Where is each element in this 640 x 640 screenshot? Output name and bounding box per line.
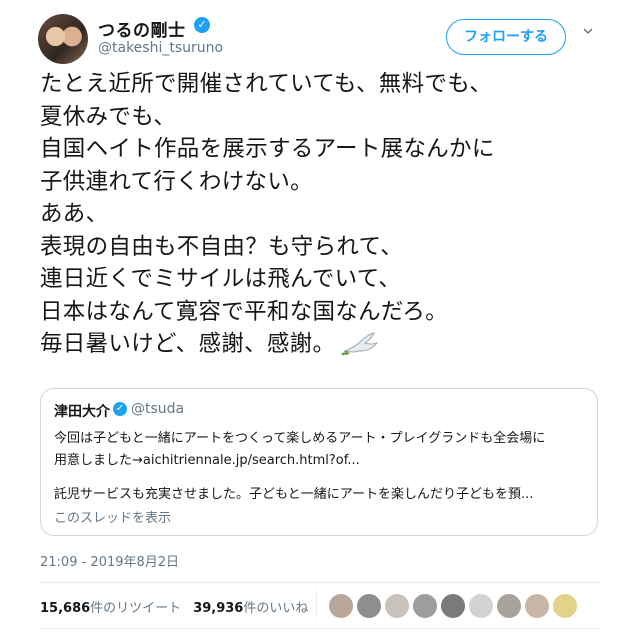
quoted-author-handle: @tsuda xyxy=(131,401,185,417)
tweet-line: 日本はなんて寛容で平和な国なんだろ。 xyxy=(40,298,448,325)
quoted-text-line: 託児サービスも充実させました。子どもと一緒にアートを楽しんだり子どもを預... xyxy=(54,487,534,502)
likes-count: 39,936 xyxy=(193,601,244,616)
tweet-stats: 15,686件のリツイート 39,936件のいいね xyxy=(40,597,308,616)
author-handle[interactable]: @takeshi_tsuruno xyxy=(98,40,223,56)
chevron-down-icon[interactable] xyxy=(583,26,593,36)
tweet-line: 連日近くでミサイルは飛んでいて、 xyxy=(40,266,402,292)
tweet-line-text: 毎日暑いけど、感謝、感謝。 xyxy=(40,331,336,357)
liker-avatar[interactable] xyxy=(440,593,466,619)
follow-button[interactable]: フォローする xyxy=(446,19,566,55)
liker-avatar[interactable] xyxy=(468,593,494,619)
author-name[interactable]: つるの剛士 xyxy=(98,16,186,41)
tweet-line: 夏休みでも、 xyxy=(40,103,177,130)
liker-avatar[interactable] xyxy=(552,593,578,619)
verified-badge-icon: ✓ xyxy=(194,17,210,33)
quoted-tweet[interactable]: 津田大介 ✓ @tsuda 今回は子どもと一緒にアートをつくって楽しめるアート・… xyxy=(40,388,598,536)
divider xyxy=(40,582,600,583)
retweet-stat[interactable]: 15,686件のリツイート xyxy=(40,601,181,616)
tweet-line: 表現の自由も不自由？も守られて、 xyxy=(40,233,404,260)
retweets-count: 15,686 xyxy=(40,601,91,616)
quoted-text-line: 今回は子どもと一緒にアートをつくって楽しめるアート・プレイグランドも全会場に xyxy=(54,431,546,446)
dove-icon xyxy=(341,332,379,356)
tweet-timestamp[interactable]: 21:09 - 2019年8月2日 xyxy=(40,551,179,570)
divider xyxy=(40,628,600,629)
tweet-line-last: 毎日暑いけど、感謝、感謝。 xyxy=(40,328,625,361)
like-stat[interactable]: 39,936件のいいね xyxy=(193,601,308,616)
liker-avatar[interactable] xyxy=(328,593,354,619)
liker-avatar[interactable] xyxy=(384,593,410,619)
quoted-author-name: 津田大介 xyxy=(54,404,110,420)
likes-label: 件のいいね xyxy=(243,601,309,616)
tweet-text: たとえ近所で開催されていても、無料でも、 夏休みでも、 自国ヘイト作品を展示する… xyxy=(40,68,625,361)
divider xyxy=(316,590,317,618)
tweet-line: 自国ヘイト作品を展示するアート展なんかに xyxy=(40,136,495,162)
liker-avatar[interactable] xyxy=(496,593,522,619)
tweet-line: 子供連れて行くわけない。 xyxy=(40,168,313,195)
liker-avatar[interactable] xyxy=(524,593,550,619)
show-thread-link[interactable]: このスレッドを表示 xyxy=(54,507,171,526)
quoted-text-line: 用意しました→aichitriennale.jp/search.html?of.… xyxy=(54,453,360,468)
liker-avatar[interactable] xyxy=(356,593,382,619)
tweet-line: ああ、 xyxy=(40,201,109,227)
author-avatar[interactable] xyxy=(38,14,88,64)
tweet-line: たとえ近所で開催されていても、無料でも、 xyxy=(40,71,493,97)
verified-badge-icon: ✓ xyxy=(113,402,127,416)
liker-avatar[interactable] xyxy=(412,593,438,619)
retweets-label: 件のリツイート xyxy=(90,601,182,616)
